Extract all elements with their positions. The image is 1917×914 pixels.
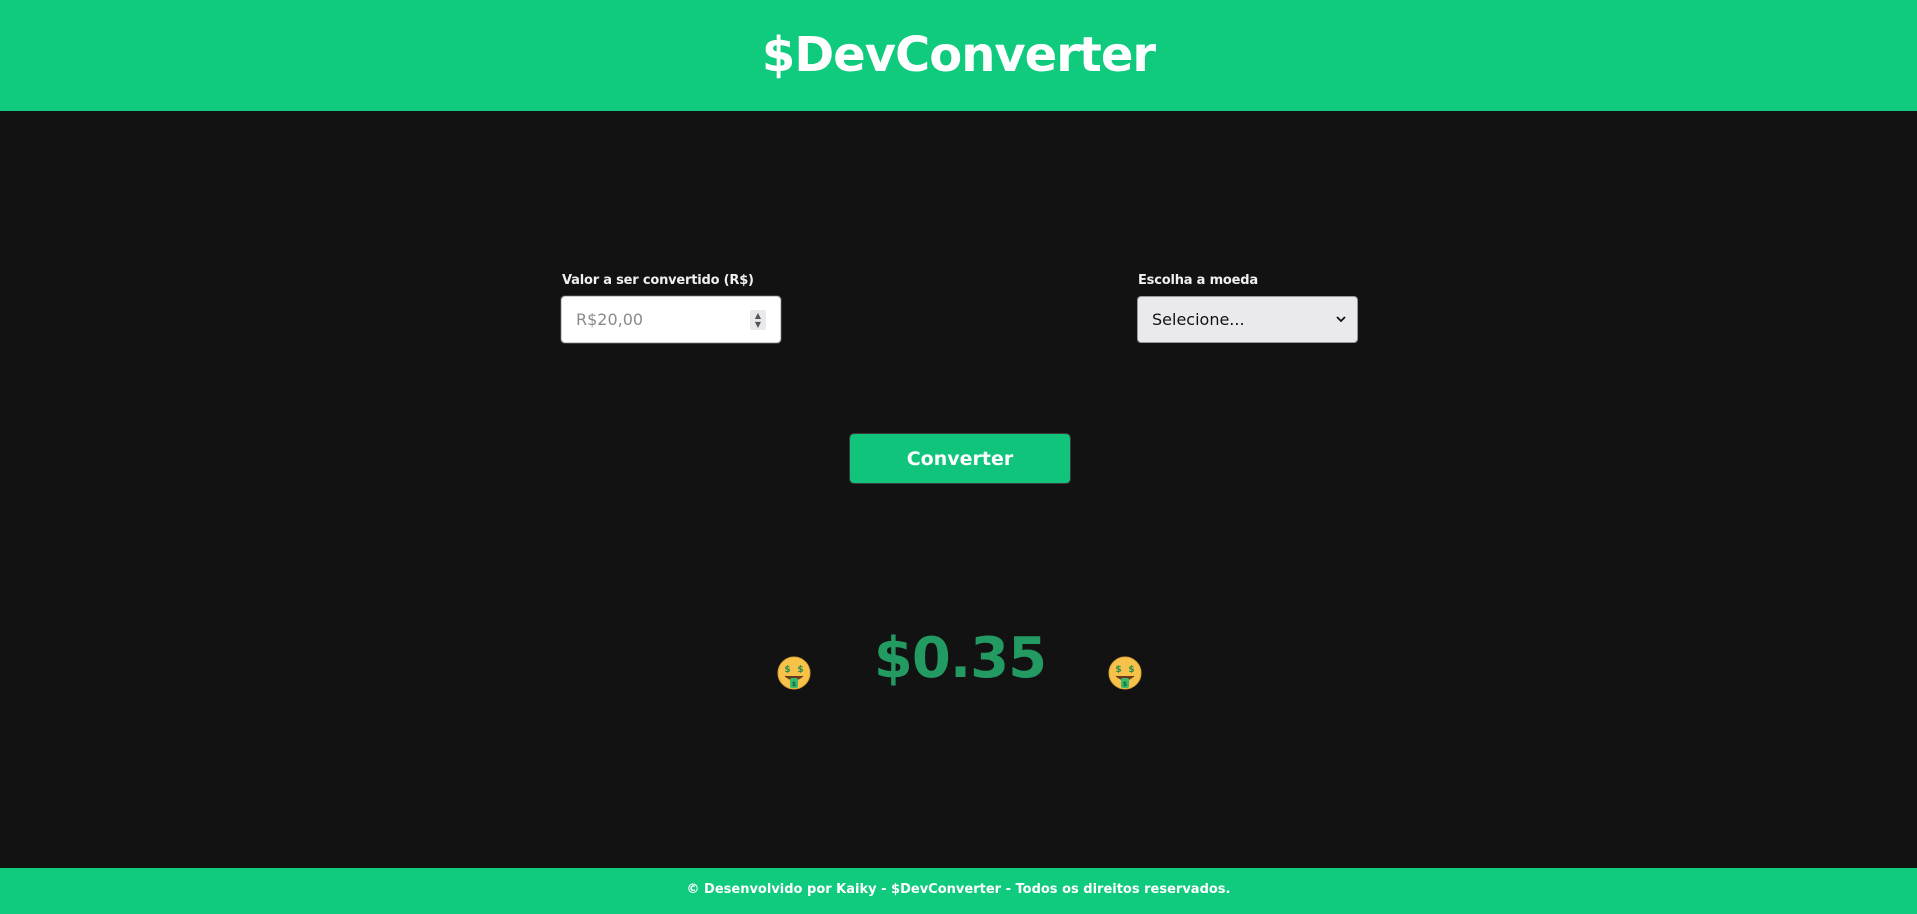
money-mouth-face-icon: $ $ $ [777,656,811,690]
amount-field[interactable]: ▲ ▼ [561,296,781,343]
svg-text:$: $ [792,681,796,688]
svg-text:$: $ [784,665,790,675]
svg-text:$: $ [1128,665,1134,675]
stepper-down-icon[interactable]: ▼ [755,320,761,329]
amount-label: Valor a ser convertido (R$) [562,273,754,288]
app-header: $DevConverter [0,0,1917,111]
chevron-down-icon [1335,314,1347,326]
app-title: $DevConverter [761,26,1156,83]
money-mouth-face-icon: $ $ $ [1108,656,1142,690]
svg-text:$: $ [1115,665,1121,675]
app-footer: © Desenvolvido por Kaiky - $DevConverter… [0,868,1917,914]
amount-stepper[interactable]: ▲ ▼ [750,310,766,330]
conversion-result: $0.35 [873,626,1047,691]
svg-text:$: $ [797,665,803,675]
page: $DevConverter Valor a ser convertido (R$… [0,0,1917,914]
stepper-up-icon[interactable]: ▲ [755,311,761,320]
footer-text: © Desenvolvido por Kaiky - $DevConverter… [686,881,1231,897]
currency-label: Escolha a moeda [1138,273,1258,288]
amount-input[interactable] [562,297,756,342]
svg-text:$: $ [1123,681,1127,688]
currency-select-value: Selecione... [1152,310,1245,329]
currency-select[interactable]: Selecione... [1137,296,1358,343]
convert-button[interactable]: Converter [849,433,1071,484]
